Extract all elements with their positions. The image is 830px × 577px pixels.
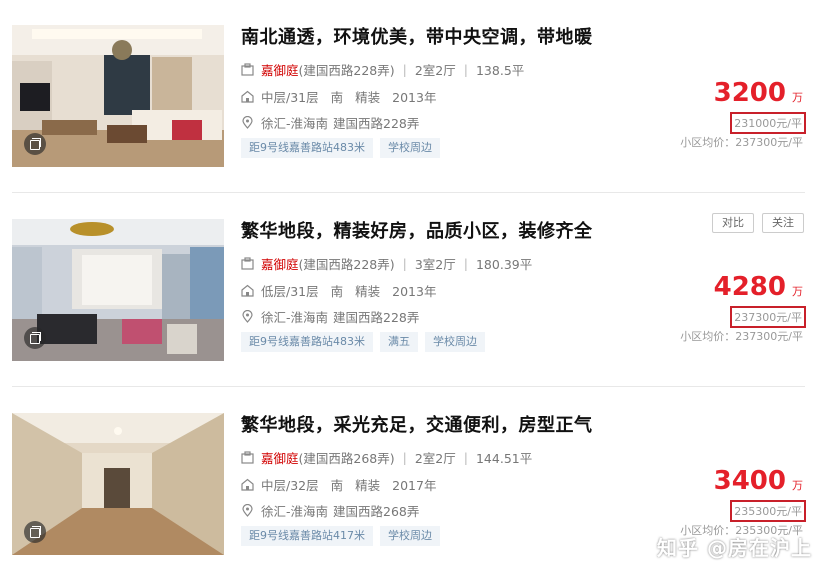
decoration: 精装 (355, 478, 381, 493)
listing-title[interactable]: 繁华地段，精装好房，品质小区，装修齐全 (241, 217, 593, 243)
price-value: 4280 (713, 272, 786, 302)
gallery-icon[interactable] (24, 133, 46, 155)
floor-row: 低层/31层 南 精装 2013年 (241, 281, 436, 300)
community-name[interactable]: 嘉御庭 (261, 60, 299, 79)
tag-metro: 距9号线嘉善路站483米 (241, 332, 373, 352)
price-value: 3400 (713, 466, 786, 496)
area: 138.5平 (475, 63, 525, 78)
address: 建国西路228弄 (333, 310, 420, 325)
tag-metro: 距9号线嘉善路站483米 (241, 138, 373, 158)
compare-button[interactable]: 对比 (712, 213, 754, 233)
floor-row: 中层/31层 南 精装 2013年 (241, 87, 436, 106)
building-icon (241, 257, 254, 270)
community-row: 嘉御庭 (建国西路268弄) | 2室2厅 | 144.51平 (241, 448, 532, 467)
location-pin-icon (241, 116, 254, 129)
layout: 2室2厅 (414, 451, 456, 466)
tag-list: 距9号线嘉善路站483米 学校周边 (241, 138, 447, 158)
unit-price: 231000元/平 (730, 112, 806, 134)
listing-card[interactable]: 繁华地段，精装好房，品质小区，装修齐全 嘉御庭 (建国西路228弄) | 3室2… (0, 194, 830, 374)
listing-photo[interactable] (12, 219, 224, 361)
community-average-price: 小区均价：237300元/平 (680, 136, 803, 149)
address: 建国西路228弄 (333, 116, 420, 131)
listing-photo[interactable] (12, 25, 224, 167)
home-icon (241, 478, 254, 491)
community-road: (建国西路228弄) (298, 63, 395, 78)
community-name[interactable]: 嘉御庭 (261, 448, 299, 467)
listing-title[interactable]: 南北通透，环境优美，带中央空调，带地暖 (241, 23, 593, 49)
follow-button[interactable]: 关注 (762, 213, 804, 233)
building-icon (241, 63, 254, 76)
total-price: 3400 万 (714, 466, 803, 496)
watermark: 知乎 @房在沪上 (657, 536, 812, 560)
layout: 3室2厅 (414, 257, 456, 272)
location-pin-icon (241, 310, 254, 323)
area: 180.39平 (475, 257, 533, 272)
price-value: 3200 (713, 78, 786, 108)
decoration: 精装 (355, 284, 381, 299)
gallery-icon[interactable] (24, 327, 46, 349)
tag-list: 距9号线嘉善路站417米 学校周边 (241, 526, 447, 546)
build-year: 2013年 (392, 90, 437, 105)
tag-school: 学校周边 (380, 526, 440, 546)
floor: 中层/32层 (261, 478, 319, 493)
decoration: 精装 (355, 90, 381, 105)
separator: | (402, 450, 407, 465)
location-row: 徐汇-淮海南 建国西路228弄 (241, 113, 419, 132)
home-icon (241, 284, 254, 297)
separator: | (463, 62, 468, 77)
tag-five-years: 满五 (380, 332, 418, 352)
listing-photo[interactable] (12, 413, 224, 555)
floor: 中层/31层 (261, 90, 319, 105)
district[interactable]: 徐汇-淮海南 (261, 113, 328, 132)
build-year: 2017年 (392, 478, 437, 493)
community-road: (建国西路228弄) (298, 257, 395, 272)
community-road: (建国西路268弄) (298, 451, 395, 466)
price-unit: 万 (792, 285, 803, 298)
separator: | (402, 62, 407, 77)
home-icon (241, 90, 254, 103)
district[interactable]: 徐汇-淮海南 (261, 501, 328, 520)
divider (12, 192, 805, 193)
unit-price: 235300元/平 (730, 500, 806, 522)
layout: 2室2厅 (414, 63, 456, 78)
build-year: 2013年 (392, 284, 437, 299)
district[interactable]: 徐汇-淮海南 (261, 307, 328, 326)
area: 144.51平 (475, 451, 533, 466)
floor: 低层/31层 (261, 284, 319, 299)
building-icon (241, 451, 254, 464)
tag-school: 学校周边 (425, 332, 485, 352)
total-price: 4280 万 (714, 272, 803, 302)
community-row: 嘉御庭 (建国西路228弄) | 3室2厅 | 180.39平 (241, 254, 532, 273)
price-unit: 万 (792, 479, 803, 492)
divider (12, 386, 805, 387)
listing-card[interactable]: 南北通透，环境优美，带中央空调，带地暖 嘉御庭 (建国西路228弄) | 2室2… (0, 0, 830, 180)
tag-metro: 距9号线嘉善路站417米 (241, 526, 373, 546)
listing-title[interactable]: 繁华地段，采光充足，交通便利，房型正气 (241, 411, 593, 437)
orientation: 南 (330, 90, 344, 105)
total-price: 3200 万 (714, 78, 803, 108)
separator: | (402, 256, 407, 271)
orientation: 南 (330, 478, 344, 493)
address: 建国西路268弄 (333, 504, 420, 519)
community-name[interactable]: 嘉御庭 (261, 254, 299, 273)
gallery-icon[interactable] (24, 521, 46, 543)
location-row: 徐汇-淮海南 建国西路228弄 (241, 307, 419, 326)
separator: | (463, 256, 468, 271)
location-row: 徐汇-淮海南 建国西路268弄 (241, 501, 419, 520)
location-pin-icon (241, 504, 254, 517)
community-average-price: 小区均价：237300元/平 (680, 330, 803, 343)
tag-school: 学校周边 (380, 138, 440, 158)
floor-row: 中层/32层 南 精装 2017年 (241, 475, 436, 494)
price-unit: 万 (792, 91, 803, 104)
separator: | (463, 450, 468, 465)
orientation: 南 (330, 284, 344, 299)
tag-list: 距9号线嘉善路站483米 满五 学校周边 (241, 332, 492, 352)
unit-price: 237300元/平 (730, 306, 806, 328)
community-row: 嘉御庭 (建国西路228弄) | 2室2厅 | 138.5平 (241, 60, 524, 79)
